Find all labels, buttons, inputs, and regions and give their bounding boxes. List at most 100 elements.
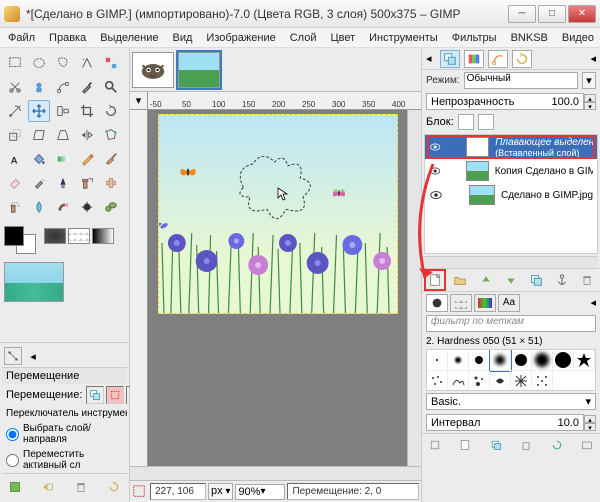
- paths-tool[interactable]: [52, 76, 74, 98]
- text-tool[interactable]: A: [4, 148, 26, 170]
- duplicate-layer-button[interactable]: [527, 271, 545, 289]
- delete-brush-button[interactable]: [517, 436, 535, 454]
- undo-history-tab[interactable]: [512, 50, 532, 68]
- visibility-eye-icon[interactable]: [429, 164, 441, 178]
- restore-options-icon[interactable]: [39, 478, 57, 496]
- layer-row-base[interactable]: Сделано в GIMP.jpg: [425, 183, 597, 207]
- menu-color[interactable]: Цвет: [324, 30, 361, 46]
- image-canvas[interactable]: [158, 114, 398, 314]
- brushes-tab[interactable]: [426, 294, 448, 312]
- menu-layer[interactable]: Слой: [284, 30, 323, 46]
- anchor-layer-button[interactable]: [553, 271, 571, 289]
- maximize-button[interactable]: □: [538, 5, 566, 23]
- move-tool[interactable]: [28, 100, 50, 122]
- crop-tool[interactable]: [76, 100, 98, 122]
- dock2-menu-arrow-icon[interactable]: ◂: [590, 296, 596, 309]
- delete-options-icon[interactable]: [72, 478, 90, 496]
- opacity-spin-down[interactable]: ▾: [584, 102, 596, 110]
- perspective-clone-tool[interactable]: [4, 196, 26, 218]
- quickmask-toggle[interactable]: [132, 484, 148, 500]
- opacity-spin-up[interactable]: ▴: [584, 94, 596, 102]
- blend-mode-dropdown-icon[interactable]: ▾: [582, 72, 596, 89]
- blur-tool[interactable]: [28, 196, 50, 218]
- move-layer-mode[interactable]: [86, 386, 104, 404]
- menu-view[interactable]: Вид: [167, 30, 199, 46]
- delete-layer-button[interactable]: [578, 271, 596, 289]
- ink-tool[interactable]: [52, 172, 74, 194]
- heal-tool[interactable]: [100, 172, 122, 194]
- minimize-button[interactable]: ─: [508, 5, 536, 23]
- active-brush-indicator[interactable]: [44, 228, 66, 244]
- menu-select[interactable]: Выделение: [94, 30, 164, 46]
- ruler-corner-icon[interactable]: ▾: [130, 92, 148, 110]
- close-button[interactable]: ✕: [568, 5, 596, 23]
- new-brush-button[interactable]: [456, 436, 474, 454]
- image-tab-2[interactable]: [178, 52, 220, 88]
- eraser-tool[interactable]: [4, 172, 26, 194]
- rect-select-tool[interactable]: [4, 52, 26, 74]
- dock-menu-arrow-icon[interactable]: ◂: [590, 52, 596, 65]
- perspective-tool[interactable]: [52, 124, 74, 146]
- layers-scroll[interactable]: [424, 256, 598, 268]
- flip-tool[interactable]: [76, 124, 98, 146]
- brush-filter-input[interactable]: фильтр по меткам: [426, 315, 596, 332]
- menu-file[interactable]: Файл: [2, 30, 41, 46]
- clone-tool[interactable]: [76, 172, 98, 194]
- visibility-eye-icon[interactable]: [429, 140, 441, 154]
- paintbrush-tool[interactable]: [100, 148, 122, 170]
- open-as-image-button[interactable]: [578, 436, 596, 454]
- cage-tool[interactable]: [100, 124, 122, 146]
- visibility-eye-icon[interactable]: [429, 188, 443, 202]
- color-picker-tool[interactable]: [76, 76, 98, 98]
- foreground-color[interactable]: [4, 226, 24, 246]
- menu-tools[interactable]: Инструменты: [363, 30, 444, 46]
- spacing-slider[interactable]: Интервал 10.0: [426, 414, 584, 431]
- vertical-ruler[interactable]: [130, 110, 148, 466]
- airbrush-tool[interactable]: [28, 172, 50, 194]
- new-layer-button[interactable]: [426, 271, 444, 289]
- layers-list[interactable]: Плавающее выделение (Вставленный слой) К…: [424, 134, 598, 254]
- menu-bnksb[interactable]: BNKSB: [505, 30, 554, 46]
- zoom-tool[interactable]: [100, 76, 122, 98]
- pencil-tool[interactable]: [76, 148, 98, 170]
- bucket-fill-tool[interactable]: [28, 148, 50, 170]
- ellipse-select-tool[interactable]: [28, 52, 50, 74]
- lock-alpha[interactable]: [478, 114, 494, 130]
- opacity-slider[interactable]: Непрозрачность 100.0: [426, 93, 584, 110]
- patterns-tab[interactable]: [450, 294, 472, 312]
- new-group-button[interactable]: [451, 271, 469, 289]
- menu-edit[interactable]: Правка: [43, 30, 92, 46]
- color-select-tool[interactable]: [100, 52, 122, 74]
- zoom-field[interactable]: 90% ▾: [235, 484, 285, 500]
- scale-tool[interactable]: [4, 124, 26, 146]
- active-image-thumb[interactable]: [4, 262, 64, 302]
- gradients-tab[interactable]: [474, 294, 496, 312]
- layers-tab[interactable]: [440, 50, 460, 68]
- active-pattern-indicator[interactable]: [68, 228, 90, 244]
- brush-preset-select[interactable]: Basic.▾: [426, 393, 596, 410]
- spacing-spin-up[interactable]: ▴: [584, 415, 596, 423]
- save-options-icon[interactable]: [6, 478, 24, 496]
- reset-options-icon[interactable]: [105, 478, 123, 496]
- dodge-burn-tool[interactable]: [76, 196, 98, 218]
- lock-pixels[interactable]: [458, 114, 474, 130]
- fuzzy-select-tool[interactable]: [76, 52, 98, 74]
- raise-layer-button[interactable]: [477, 271, 495, 289]
- menu-filters[interactable]: Фильтры: [446, 30, 503, 46]
- shear-tool[interactable]: [28, 124, 50, 146]
- edit-brush-button[interactable]: [426, 436, 444, 454]
- brush-grid[interactable]: [426, 349, 596, 391]
- fonts-tab[interactable]: Aa: [498, 294, 520, 312]
- rotate-tool[interactable]: [100, 100, 122, 122]
- layer-row-copy[interactable]: Копия Сделано в GIMP.j: [425, 159, 597, 183]
- horizontal-scrollbar[interactable]: [130, 466, 421, 480]
- blend-tool[interactable]: [52, 148, 74, 170]
- scissors-tool[interactable]: [4, 76, 26, 98]
- menu-image[interactable]: Изображение: [200, 30, 281, 46]
- channels-tab[interactable]: [464, 50, 484, 68]
- image-tab-1[interactable]: [132, 52, 174, 88]
- blend-mode-select[interactable]: Обычный: [464, 72, 578, 89]
- move-active-radio[interactable]: [6, 454, 19, 467]
- horizontal-ruler[interactable]: -50 50 100 150 200 250 300 350 400: [148, 92, 421, 110]
- canvas-area[interactable]: [148, 110, 407, 466]
